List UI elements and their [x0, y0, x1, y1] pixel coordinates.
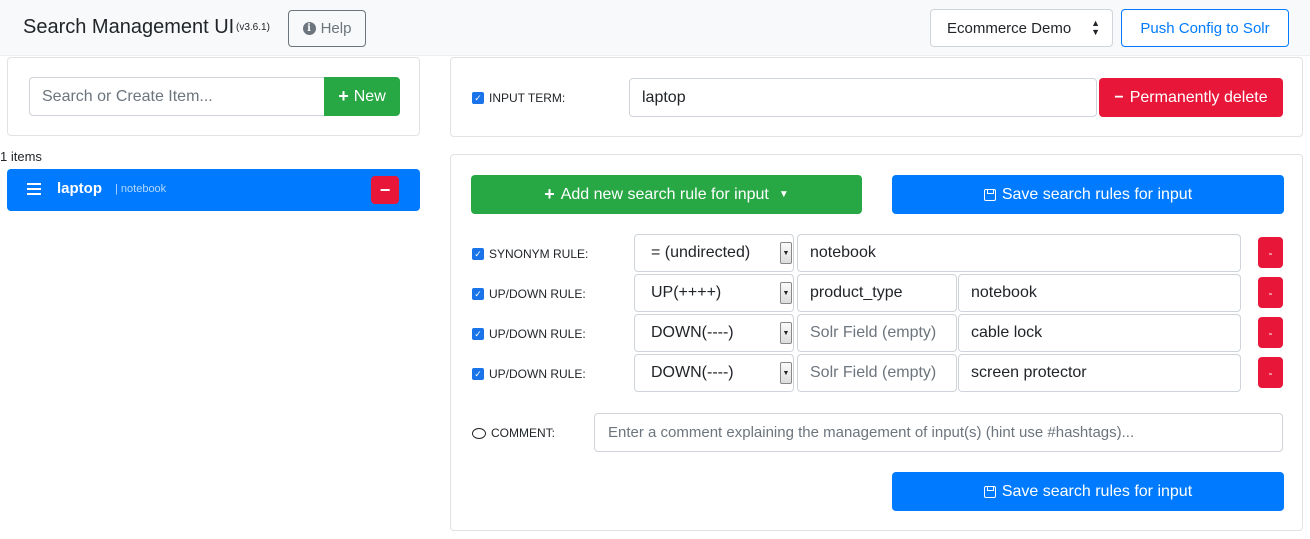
- rule-delete-button[interactable]: -: [1258, 357, 1283, 388]
- save-icon: [983, 485, 996, 498]
- rules-card: + Add new search rule for input ▼ Save s…: [450, 154, 1303, 531]
- app-title: Search Management UI: [23, 16, 235, 38]
- dropdown-arrow-icon: ▼: [780, 362, 792, 384]
- select-arrows-icon: ▲ ▼: [1091, 18, 1100, 37]
- search-input[interactable]: Search or Create Item...: [29, 77, 325, 116]
- solr-index-value: Ecommerce Demo: [947, 19, 1072, 37]
- rule-term-input[interactable]: notebook: [797, 234, 1241, 272]
- list-icon: [27, 183, 41, 195]
- plus-icon: +: [544, 184, 555, 204]
- permanently-delete-button[interactable]: − Permanently delete: [1099, 78, 1283, 117]
- new-label: New: [353, 87, 386, 105]
- caret-down-icon: ▼: [778, 189, 789, 200]
- rule-field-input[interactable]: Solr Field (empty): [797, 354, 957, 392]
- list-item-synonyms: | notebook: [115, 183, 167, 195]
- rule-label: ✓ SYNONYM RULE:: [472, 247, 588, 261]
- plus-icon: +: [338, 86, 349, 106]
- info-icon: i: [302, 22, 316, 35]
- help-label: Help: [320, 20, 352, 37]
- rule-field-input[interactable]: Solr Field (empty): [797, 314, 957, 352]
- rule-label: ✓ UP/DOWN RULE:: [472, 287, 586, 301]
- dropdown-arrow-icon: ▼: [780, 242, 792, 264]
- save-icon: [983, 188, 996, 201]
- checkbox-icon[interactable]: ✓: [472, 328, 484, 340]
- input-term-label: ✓ INPUT TERM:: [472, 91, 565, 105]
- minus-icon: −: [1114, 88, 1124, 106]
- comment-input[interactable]: Enter a comment explaining the managemen…: [594, 413, 1283, 452]
- add-rule-button[interactable]: + Add new search rule for input ▼: [471, 175, 862, 214]
- checkbox-icon[interactable]: ✓: [472, 288, 484, 300]
- dropdown-arrow-icon: ▼: [780, 282, 792, 304]
- rule-term-input[interactable]: screen protector: [958, 354, 1241, 392]
- checkbox-icon[interactable]: ✓: [472, 368, 484, 380]
- save-rules-button-top[interactable]: Save search rules for input: [892, 175, 1284, 214]
- comment-label: COMMENT:: [472, 426, 555, 440]
- input-term-card: ✓ INPUT TERM: laptop − Permanently delet…: [450, 57, 1303, 137]
- rule-delete-button[interactable]: -: [1258, 277, 1283, 308]
- new-item-button[interactable]: + New: [324, 77, 400, 116]
- rule-label: ✓ UP/DOWN RULE:: [472, 327, 586, 341]
- checkbox-icon[interactable]: ✓: [472, 248, 484, 260]
- comment-icon: [472, 427, 486, 439]
- list-item-delete-button[interactable]: −: [371, 176, 399, 204]
- rule-type-select[interactable]: DOWN(----) ▼: [634, 314, 794, 352]
- rule-type-select[interactable]: DOWN(----) ▼: [634, 354, 794, 392]
- rule-delete-button[interactable]: -: [1258, 237, 1283, 268]
- rule-delete-button[interactable]: -: [1258, 317, 1283, 348]
- push-config-button[interactable]: Push Config to Solr: [1121, 9, 1289, 47]
- rule-label: ✓ UP/DOWN RULE:: [472, 367, 586, 381]
- rule-type-select[interactable]: = (undirected) ▼: [634, 234, 794, 272]
- list-item[interactable]: laptop | notebook −: [7, 169, 420, 211]
- rule-type-select[interactable]: UP(++++) ▼: [634, 274, 794, 312]
- list-item-term: laptop: [57, 180, 102, 197]
- help-button[interactable]: i Help: [288, 10, 366, 47]
- search-card: Search or Create Item... + New: [7, 57, 420, 136]
- solr-index-select[interactable]: Ecommerce Demo ▲ ▼: [930, 9, 1113, 47]
- rule-term-input[interactable]: notebook: [958, 274, 1241, 312]
- navbar: Search Management UI (v3.6.1) i Help Eco…: [0, 0, 1310, 56]
- rule-field-input[interactable]: product_type: [797, 274, 957, 312]
- dropdown-arrow-icon: ▼: [780, 322, 792, 344]
- app-version: (v3.6.1): [236, 22, 270, 33]
- save-rules-button-bottom[interactable]: Save search rules for input: [892, 472, 1284, 511]
- checkbox-icon[interactable]: ✓: [472, 92, 484, 104]
- input-term-field[interactable]: laptop: [629, 78, 1097, 117]
- rule-term-input[interactable]: cable lock: [958, 314, 1241, 352]
- items-count: 1 items: [0, 149, 42, 164]
